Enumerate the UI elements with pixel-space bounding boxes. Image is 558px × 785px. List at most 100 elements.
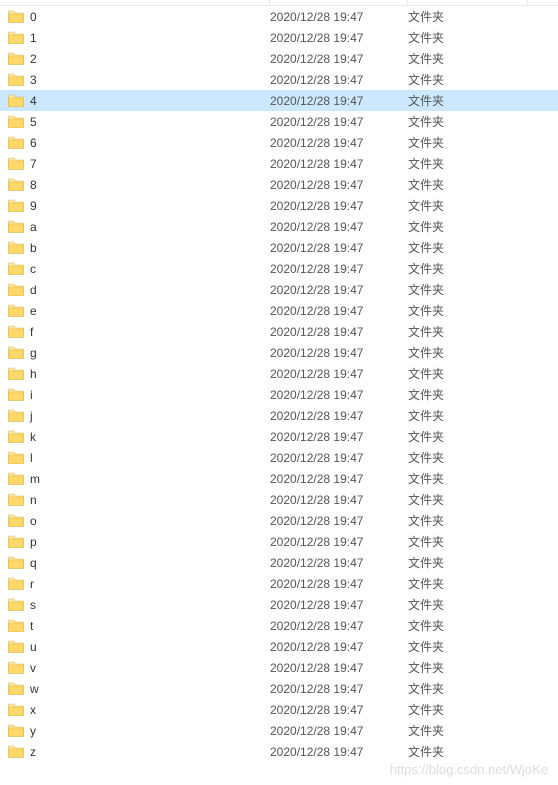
folder-icon (8, 52, 24, 65)
folder-icon (8, 598, 24, 611)
file-date-cell: 2020/12/28 19:47 (270, 241, 408, 255)
file-type-cell: 文件夹 (408, 680, 528, 697)
file-name-label: 1 (30, 31, 37, 45)
file-row[interactable]: 72020/12/28 19:47文件夹 (0, 153, 558, 174)
file-row[interactable]: 62020/12/28 19:47文件夹 (0, 132, 558, 153)
file-row[interactable]: s2020/12/28 19:47文件夹 (0, 594, 558, 615)
file-name-cell: 2 (8, 52, 270, 66)
folder-icon (8, 262, 24, 275)
file-name-label: k (30, 430, 36, 444)
file-row[interactable]: x2020/12/28 19:47文件夹 (0, 699, 558, 720)
folder-icon (8, 703, 24, 716)
file-row[interactable]: t2020/12/28 19:47文件夹 (0, 615, 558, 636)
folder-icon (8, 73, 24, 86)
folder-icon (8, 430, 24, 443)
file-name-label: m (30, 472, 40, 486)
file-row[interactable]: 02020/12/28 19:47文件夹 (0, 6, 558, 27)
file-row[interactable]: 12020/12/28 19:47文件夹 (0, 27, 558, 48)
file-row[interactable]: r2020/12/28 19:47文件夹 (0, 573, 558, 594)
file-name-label: r (30, 577, 34, 591)
file-name-cell: v (8, 661, 270, 675)
file-row[interactable]: 42020/12/28 19:47文件夹 (0, 90, 558, 111)
folder-icon (8, 724, 24, 737)
file-row[interactable]: b2020/12/28 19:47文件夹 (0, 237, 558, 258)
file-row[interactable]: i2020/12/28 19:47文件夹 (0, 384, 558, 405)
file-name-cell: i (8, 388, 270, 402)
file-type-cell: 文件夹 (408, 533, 528, 550)
file-name-label: 7 (30, 157, 37, 171)
folder-icon (8, 199, 24, 212)
file-date-cell: 2020/12/28 19:47 (270, 73, 408, 87)
file-name-label: p (30, 535, 37, 549)
file-row[interactable]: d2020/12/28 19:47文件夹 (0, 279, 558, 300)
file-name-label: 0 (30, 10, 37, 24)
folder-icon (8, 94, 24, 107)
folder-icon (8, 241, 24, 254)
file-row[interactable]: h2020/12/28 19:47文件夹 (0, 363, 558, 384)
folder-icon (8, 220, 24, 233)
folder-icon (8, 640, 24, 653)
file-row[interactable]: w2020/12/28 19:47文件夹 (0, 678, 558, 699)
file-type-cell: 文件夹 (408, 428, 528, 445)
file-row[interactable]: 92020/12/28 19:47文件夹 (0, 195, 558, 216)
file-name-label: f (30, 325, 33, 339)
file-row[interactable]: 32020/12/28 19:47文件夹 (0, 69, 558, 90)
file-row[interactable]: 22020/12/28 19:47文件夹 (0, 48, 558, 69)
file-type-cell: 文件夹 (408, 449, 528, 466)
file-row[interactable]: o2020/12/28 19:47文件夹 (0, 510, 558, 531)
file-row[interactable]: k2020/12/28 19:47文件夹 (0, 426, 558, 447)
file-row[interactable]: z2020/12/28 19:47文件夹 (0, 741, 558, 762)
folder-icon (8, 157, 24, 170)
file-name-cell: e (8, 304, 270, 318)
file-row[interactable]: g2020/12/28 19:47文件夹 (0, 342, 558, 363)
file-name-cell: b (8, 241, 270, 255)
file-name-cell: m (8, 472, 270, 486)
file-date-cell: 2020/12/28 19:47 (270, 745, 408, 759)
file-row[interactable]: v2020/12/28 19:47文件夹 (0, 657, 558, 678)
file-type-cell: 文件夹 (408, 239, 528, 256)
file-date-cell: 2020/12/28 19:47 (270, 367, 408, 381)
file-row[interactable]: 82020/12/28 19:47文件夹 (0, 174, 558, 195)
file-row[interactable]: f2020/12/28 19:47文件夹 (0, 321, 558, 342)
file-row[interactable]: e2020/12/28 19:47文件夹 (0, 300, 558, 321)
watermark-text: https://blog.csdn.net/WjoKe (390, 762, 548, 777)
folder-icon (8, 682, 24, 695)
file-row[interactable]: p2020/12/28 19:47文件夹 (0, 531, 558, 552)
folder-icon (8, 619, 24, 632)
file-name-cell: 0 (8, 10, 270, 24)
file-type-cell: 文件夹 (408, 176, 528, 193)
file-name-cell: q (8, 556, 270, 570)
file-row[interactable]: c2020/12/28 19:47文件夹 (0, 258, 558, 279)
file-date-cell: 2020/12/28 19:47 (270, 598, 408, 612)
file-type-cell: 文件夹 (408, 701, 528, 718)
file-date-cell: 2020/12/28 19:47 (270, 577, 408, 591)
file-row[interactable]: m2020/12/28 19:47文件夹 (0, 468, 558, 489)
file-row[interactable]: q2020/12/28 19:47文件夹 (0, 552, 558, 573)
file-row[interactable]: j2020/12/28 19:47文件夹 (0, 405, 558, 426)
file-type-cell: 文件夹 (408, 617, 528, 634)
file-type-cell: 文件夹 (408, 113, 528, 130)
file-date-cell: 2020/12/28 19:47 (270, 514, 408, 528)
file-row[interactable]: a2020/12/28 19:47文件夹 (0, 216, 558, 237)
file-type-cell: 文件夹 (408, 554, 528, 571)
file-type-cell: 文件夹 (408, 407, 528, 424)
file-name-label: c (30, 262, 36, 276)
file-name-cell: d (8, 283, 270, 297)
file-name-label: o (30, 514, 37, 528)
file-row[interactable]: y2020/12/28 19:47文件夹 (0, 720, 558, 741)
file-row[interactable]: l2020/12/28 19:47文件夹 (0, 447, 558, 468)
file-name-cell: 6 (8, 136, 270, 150)
file-type-cell: 文件夹 (408, 92, 528, 109)
file-row[interactable]: n2020/12/28 19:47文件夹 (0, 489, 558, 510)
file-name-cell: k (8, 430, 270, 444)
file-name-label: 5 (30, 115, 37, 129)
folder-icon (8, 10, 24, 23)
file-row[interactable]: 52020/12/28 19:47文件夹 (0, 111, 558, 132)
file-name-label: s (30, 598, 36, 612)
file-date-cell: 2020/12/28 19:47 (270, 283, 408, 297)
file-type-cell: 文件夹 (408, 323, 528, 340)
file-name-cell: f (8, 325, 270, 339)
file-row[interactable]: u2020/12/28 19:47文件夹 (0, 636, 558, 657)
file-name-cell: h (8, 367, 270, 381)
file-name-label: g (30, 346, 37, 360)
